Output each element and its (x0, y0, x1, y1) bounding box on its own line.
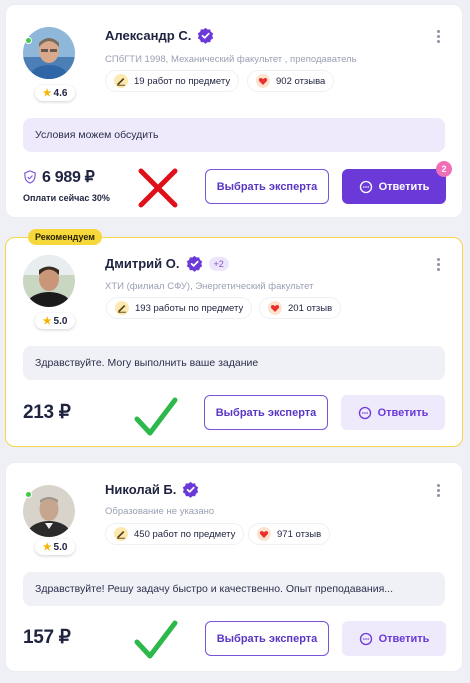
reply-label: Ответить (378, 180, 430, 193)
works-count: 193 работы по предмету (135, 302, 244, 314)
expert-card: ★ 5.0 Николай Б. Образование не указано … (5, 462, 463, 672)
pen-icon (114, 527, 128, 541)
check-mark-icon (134, 397, 178, 436)
expert-card: ★ 4.6 Александр С. СПбГТИ 1998, Механиче… (5, 4, 463, 218)
prepay-note: Оплати сейчас 30% (23, 193, 110, 203)
reviews-count-pill: 971 отзыв (248, 523, 331, 545)
rating-badge: ★ 5.0 (35, 313, 75, 329)
more-options-icon[interactable] (434, 258, 442, 271)
name-row: Дмитрий О. +2 (105, 255, 229, 272)
choose-expert-label: Выбрать эксперта (216, 632, 318, 645)
rating-badge: ★ 5.0 (35, 539, 75, 555)
works-count: 450 работ по предмету (134, 528, 236, 540)
works-count: 19 работ по предмету (134, 75, 231, 87)
chat-icon (359, 180, 372, 193)
expert-card: Рекомендуем ★ 5.0 Дмитрий О. +2 ХТИ (фил… (5, 229, 463, 447)
avatar[interactable] (23, 27, 75, 79)
heart-icon (257, 527, 271, 541)
rating-value: 5.0 (53, 315, 68, 327)
chat-icon (358, 406, 371, 419)
reply-button[interactable]: Ответить 2 (342, 161, 452, 204)
expert-name[interactable]: Николай Б. (105, 482, 176, 497)
works-count-pill: 450 работ по предмету (105, 523, 245, 545)
reviews-count: 902 отзыва (276, 75, 326, 87)
expert-education: СПбГТИ 1998, Механический факультет , пр… (105, 54, 357, 65)
reviews-count: 971 отзыв (277, 528, 322, 540)
recommended-badge: Рекомендуем (28, 229, 102, 245)
shield-check-icon (24, 170, 36, 184)
name-row: Николай Б. (105, 481, 199, 498)
expert-education: ХТИ (филиал СФУ), Энергетический факульт… (105, 281, 314, 292)
choose-expert-label: Выбрать эксперта (216, 180, 318, 193)
choose-expert-button[interactable]: Выбрать эксперта (204, 395, 328, 430)
online-status-dot (25, 37, 32, 44)
name-row: Александр С. (105, 27, 214, 44)
choose-expert-label: Выбрать эксперта (215, 406, 317, 419)
verified-icon (186, 255, 202, 272)
price-value: 6 989 ₽ (42, 169, 95, 186)
works-count-pill: 19 работ по предмету (105, 70, 240, 92)
online-status-dot (25, 491, 32, 498)
extra-badges-count[interactable]: +2 (208, 256, 229, 271)
works-count-pill: 193 работы по предмету (106, 297, 253, 319)
reply-button[interactable]: Ответить (342, 621, 446, 656)
expert-name[interactable]: Дмитрий О. (105, 256, 180, 271)
reply-label: Ответить (377, 406, 429, 419)
expert-message: Здравствуйте! Решу задачу быстро и качес… (23, 572, 445, 606)
price: 6 989 ₽ (23, 167, 95, 187)
chat-icon (359, 632, 372, 645)
star-icon: ★ (42, 315, 52, 327)
reply-label: Ответить (378, 632, 430, 645)
choose-expert-button[interactable]: Выбрать эксперта (205, 169, 329, 204)
price: 157 ₽ (23, 627, 71, 648)
more-options-icon[interactable] (434, 30, 442, 43)
rating-value: 5.0 (53, 541, 68, 553)
expert-name[interactable]: Александр С. (105, 28, 191, 43)
more-options-icon[interactable] (434, 484, 442, 497)
heart-icon (256, 74, 270, 88)
star-icon: ★ (42, 541, 52, 553)
pen-icon (115, 301, 129, 315)
heart-icon (268, 301, 282, 315)
verified-icon (183, 481, 199, 498)
choose-expert-button[interactable]: Выбрать эксперта (205, 621, 329, 656)
avatar[interactable] (23, 255, 75, 307)
rating-value: 4.6 (53, 87, 68, 99)
check-mark-icon (134, 620, 178, 659)
unread-count-badge: 2 (436, 161, 452, 177)
reviews-count: 201 отзыв (288, 302, 333, 314)
expert-education: Образование не указано (105, 506, 215, 517)
rating-badge: ★ 4.6 (35, 85, 75, 101)
cross-mark-icon (138, 168, 178, 208)
price: 213 ₽ (23, 402, 71, 423)
verified-icon (198, 27, 214, 44)
expert-message: Условия можем обсудить (23, 118, 445, 152)
reply-button[interactable]: Ответить (341, 395, 445, 430)
reviews-count-pill: 201 отзыв (259, 297, 342, 319)
pen-icon (114, 74, 128, 88)
reviews-count-pill: 902 отзыва (247, 70, 335, 92)
expert-message: Здравствуйте. Могу выполнить ваше задани… (23, 346, 445, 380)
star-icon: ★ (42, 87, 52, 99)
